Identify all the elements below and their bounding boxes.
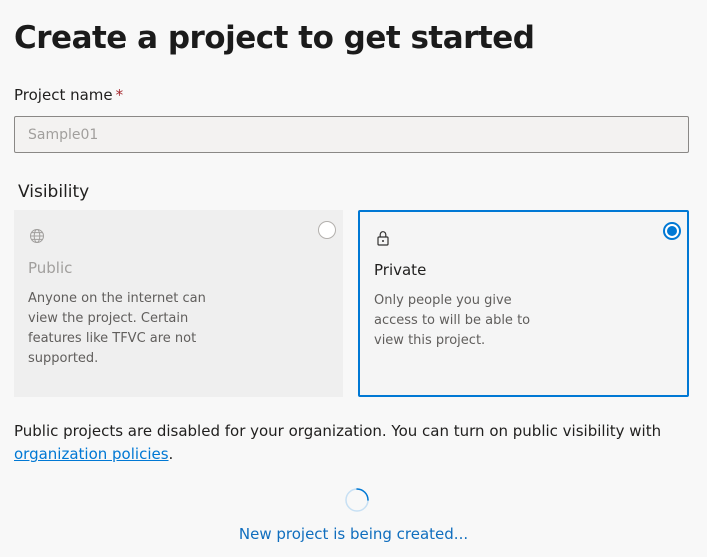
public-radio[interactable] [318,221,336,239]
loading-spinner-icon [344,487,370,513]
required-marker: * [115,86,124,104]
organization-policies-link[interactable]: organization policies [14,445,169,463]
lock-icon [374,229,392,247]
public-option-description: Anyone on the internet can view the proj… [28,291,206,366]
public-disabled-notice: Public projects are disabled for your or… [14,420,704,466]
private-option-description: Only people you give access to will be a… [374,293,531,348]
notice-suffix: . [168,445,174,463]
visibility-label: Visibility [18,182,90,202]
notice-text: Public projects are disabled for your or… [14,422,662,440]
creation-status-text: New project is being created... [238,525,469,543]
project-name-label: Project name * [14,86,123,104]
project-name-label-text: Project name [14,86,113,104]
private-radio[interactable] [663,222,681,240]
private-option-name: Private [374,261,427,279]
page-title: Create a project to get started [14,20,535,56]
globe-icon [28,227,46,245]
visibility-option-private[interactable]: Private Only people you give access to w… [358,210,689,397]
public-option-name: Public [28,259,73,277]
visibility-option-public[interactable]: Public Anyone on the internet can view t… [14,210,343,397]
project-name-input[interactable] [14,116,689,153]
